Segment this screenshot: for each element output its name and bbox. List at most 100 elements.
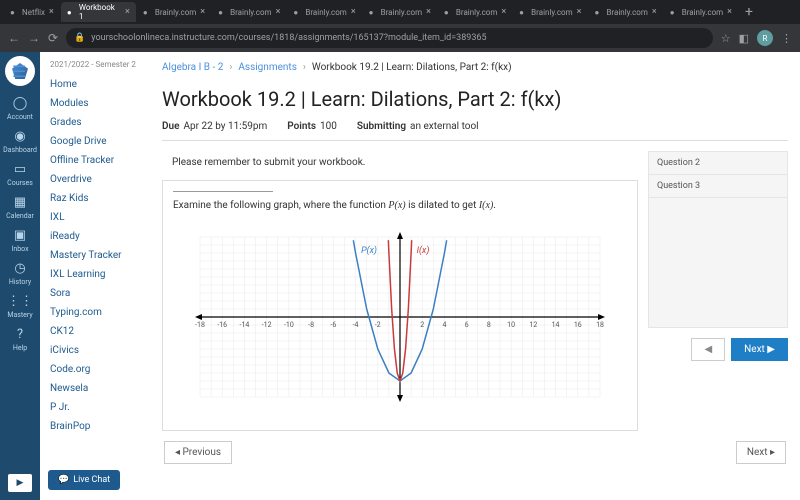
url-input[interactable]: 🔒 yourschoolonlineca.instructure.com/cou… [66, 28, 713, 48]
sidebar-link-p-jr-[interactable]: P Jr. [40, 398, 150, 417]
breadcrumb: Algebra I B - 2 › Assignments › Workbook… [162, 52, 788, 83]
extensions-icon[interactable]: ◧ [739, 32, 749, 45]
sidebar-link-raz-kids[interactable]: Raz Kids [40, 189, 150, 208]
profile-avatar[interactable]: R [757, 30, 773, 46]
close-icon[interactable]: × [200, 7, 205, 17]
svg-text:P(x): P(x) [361, 245, 377, 256]
user-icon: ◯ [13, 96, 28, 111]
tab-favicon: ● [519, 8, 527, 16]
browser-tab[interactable]: ●Workbook 1× [61, 2, 136, 22]
previous-button[interactable]: ◂ Previous [164, 441, 232, 464]
book-icon: ▭ [14, 162, 26, 177]
sidebar-link-ixl-learning[interactable]: IXL Learning [40, 265, 150, 284]
crumb-assignments[interactable]: Assignments [238, 62, 296, 73]
svg-text:-18: -18 [195, 321, 205, 329]
rail-item-courses[interactable]: ▭Courses [0, 158, 40, 191]
close-icon[interactable]: × [501, 7, 506, 17]
rail-item-account[interactable]: ◯Account [0, 92, 40, 125]
star-icon[interactable]: ☆ [721, 32, 731, 45]
quiz-next-button[interactable]: Next ▶ [731, 338, 788, 361]
sidebar-link-mastery-tracker[interactable]: Mastery Tracker [40, 246, 150, 265]
browser-tab[interactable]: ●Brainly.com× [664, 2, 738, 22]
back-button[interactable]: ← [8, 31, 20, 45]
play-button[interactable]: ▶ [8, 474, 32, 492]
tab-label: Brainly.com [305, 8, 346, 17]
rail-item-history[interactable]: ◷History [0, 257, 40, 290]
forward-button[interactable]: → [28, 31, 40, 45]
help-icon: ? [17, 327, 23, 342]
svg-text:2: 2 [420, 321, 424, 329]
sidebar-link-iready[interactable]: iReady [40, 227, 150, 246]
rail-item-dashboard[interactable]: ◉Dashboard [0, 125, 40, 158]
sidebar-link-ck12[interactable]: CK12 [40, 322, 150, 341]
sidebar-link-code-org[interactable]: Code.org [40, 360, 150, 379]
svg-text:-14: -14 [240, 321, 250, 329]
rail-label: Inbox [11, 245, 28, 253]
gauge-icon: ◉ [14, 129, 25, 144]
question-text: Examine the following graph, where the f… [173, 200, 627, 211]
browser-tab[interactable]: ●Brainly.com× [588, 2, 662, 22]
sidebar-link-offline-tracker[interactable]: Offline Tracker [40, 151, 150, 170]
tab-label: Brainly.com [230, 8, 271, 17]
close-icon[interactable]: × [577, 7, 582, 17]
question-item[interactable]: Question 2 [648, 151, 788, 174]
close-icon[interactable]: × [727, 7, 732, 17]
browser-tab[interactable]: ●Brainly.com× [137, 2, 211, 22]
hamburger-icon[interactable]: ☰ [12, 62, 26, 81]
quiz-frame: Examine the following graph, where the f… [162, 180, 638, 431]
reload-button[interactable]: ⟳ [48, 31, 58, 45]
svg-text:14: 14 [552, 321, 560, 329]
sidebar-link-typing-com[interactable]: Typing.com [40, 303, 150, 322]
question-panel: Question 2Question 3 ◀ Next ▶ [648, 151, 788, 431]
browser-tab[interactable]: ●Netflix× [4, 2, 60, 22]
next-button[interactable]: Next ▸ [736, 441, 786, 464]
close-icon[interactable]: × [276, 7, 281, 17]
close-icon[interactable]: × [426, 7, 431, 17]
new-tab-button[interactable]: + [739, 4, 759, 20]
submit-value: an external tool [410, 121, 479, 132]
crumb-course[interactable]: Algebra I B - 2 [162, 62, 223, 73]
browser-tab[interactable]: ●Brainly.com× [438, 2, 512, 22]
svg-text:-10: -10 [284, 321, 294, 329]
rail-item-mastery[interactable]: ⋮⋮Mastery [0, 290, 40, 323]
sidebar-link-modules[interactable]: Modules [40, 94, 150, 113]
lock-icon: 🔒 [74, 33, 85, 43]
sidebar-link-overdrive[interactable]: Overdrive [40, 170, 150, 189]
sidebar-link-ixl[interactable]: IXL [40, 208, 150, 227]
rail-item-help[interactable]: ?Help [0, 323, 40, 356]
close-icon[interactable]: × [652, 7, 657, 17]
close-icon[interactable]: × [351, 7, 356, 17]
sidebar-link-google-drive[interactable]: Google Drive [40, 132, 150, 151]
svg-text:I(x): I(x) [417, 245, 430, 256]
sidebar-link-sora[interactable]: Sora [40, 284, 150, 303]
browser-tab[interactable]: ●Brainly.com× [363, 2, 437, 22]
question-item[interactable]: Question 3 [648, 174, 788, 198]
sidebar-link-home[interactable]: Home [40, 75, 150, 94]
question-nav: ◀ Next ▶ [648, 338, 788, 361]
quiz-prev-button[interactable]: ◀ [691, 338, 725, 361]
clock-icon: ◷ [14, 261, 25, 276]
tab-favicon: ● [670, 8, 678, 16]
rail-item-calendar[interactable]: ▦Calendar [0, 191, 40, 224]
svg-text:12: 12 [529, 321, 537, 329]
chevron-right-icon: › [303, 62, 306, 73]
sidebar-link-newsela[interactable]: Newsela [40, 379, 150, 398]
due-label: Due [162, 121, 179, 132]
browser-tab[interactable]: ●Brainly.com× [287, 2, 361, 22]
inbox-icon: ▣ [14, 228, 26, 243]
rail-label: Mastery [7, 311, 32, 319]
sidebar-link-grades[interactable]: Grades [40, 113, 150, 132]
live-chat-button[interactable]: 💬 Live Chat [48, 470, 120, 490]
rail-item-inbox[interactable]: ▣ Inbox [0, 224, 40, 257]
svg-text:-2: -2 [375, 321, 381, 329]
close-icon[interactable]: × [125, 7, 130, 17]
browser-tab[interactable]: ●Brainly.com× [212, 2, 286, 22]
sidebar-link-icivics[interactable]: iCivics [40, 341, 150, 360]
divider [173, 191, 273, 192]
menu-icon[interactable]: ⋮ [781, 32, 792, 45]
tab-label: Brainly.com [381, 8, 422, 17]
browser-tab[interactable]: ●Brainly.com× [513, 2, 587, 22]
sidebar-link-brainpop[interactable]: BrainPop [40, 417, 150, 436]
url-text: yourschoolonlineca.instructure.com/cours… [91, 33, 486, 43]
close-icon[interactable]: × [49, 7, 54, 17]
